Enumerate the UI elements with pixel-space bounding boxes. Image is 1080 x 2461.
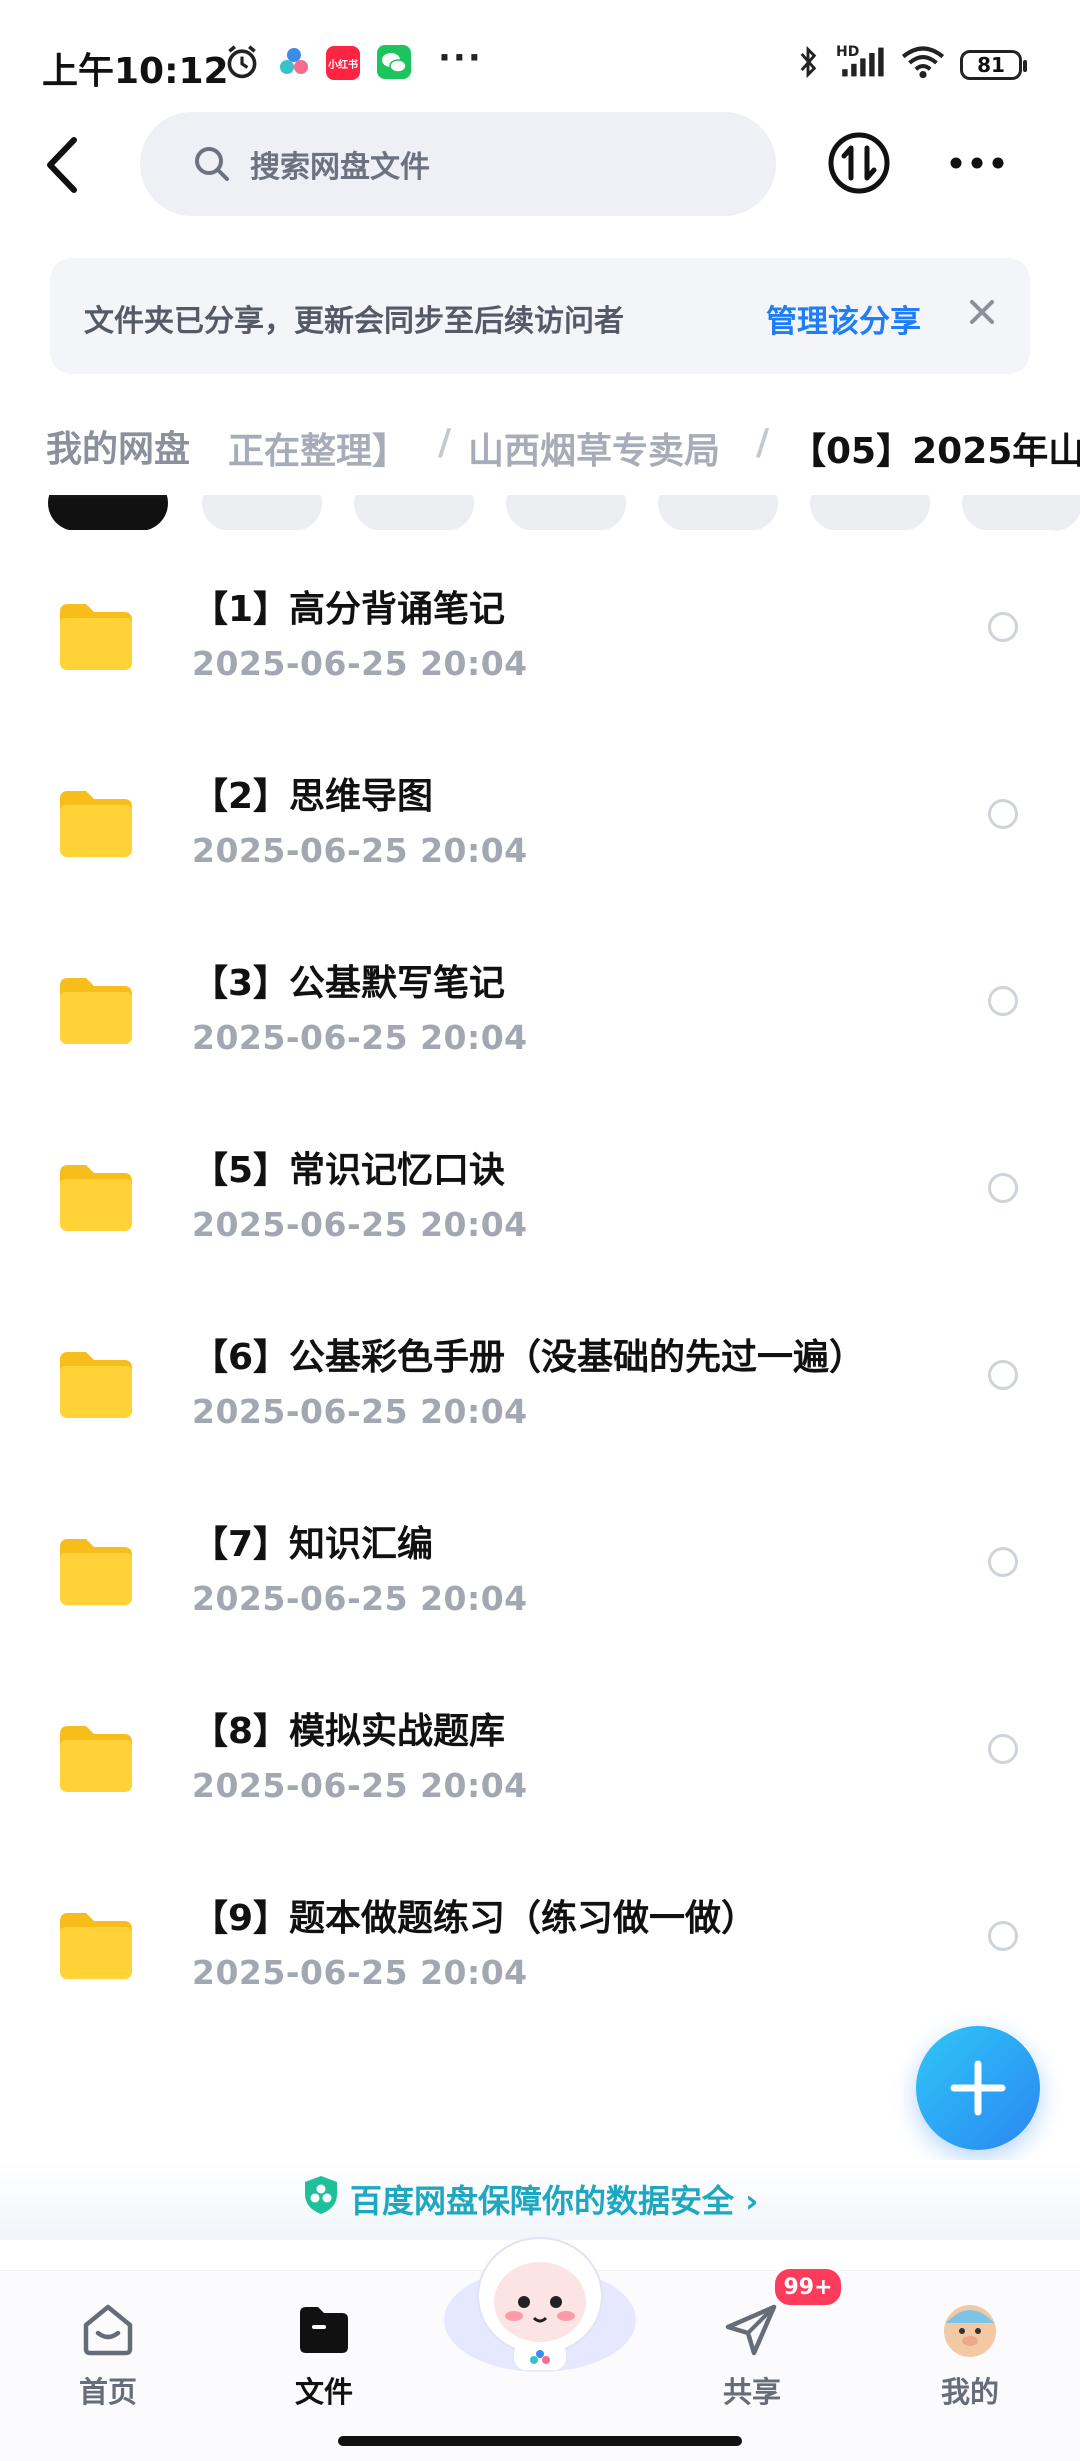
select-radio[interactable] <box>988 1360 1018 1390</box>
file-row[interactable]: 【1】高分背诵笔记 2025-06-25 20:04 <box>0 552 1080 739</box>
file-row[interactable]: 【8】模拟实战题库 2025-06-25 20:04 <box>0 1674 1080 1861</box>
shield-icon <box>305 2176 337 2214</box>
wifi-icon <box>901 46 945 79</box>
folder-icon <box>60 1726 132 1792</box>
xiaohongshu-icon: 小红书 <box>326 46 360 80</box>
file-row[interactable]: 【5】常识记忆口诀 2025-06-25 20:04 <box>0 1113 1080 1300</box>
breadcrumb-item[interactable]: 正在整理】 <box>228 422 408 474</box>
breadcrumb-current: 【05】2025年山 <box>790 431 1080 472</box>
alarm-icon <box>227 45 257 79</box>
select-radio[interactable] <box>988 1173 1018 1203</box>
file-name: 【1】高分背诵笔记 <box>192 589 506 630</box>
file-row[interactable]: 【2】思维导图 2025-06-25 20:04 <box>0 739 1080 926</box>
close-icon[interactable] <box>962 292 1002 332</box>
battery-indicator: 81 <box>960 50 1027 80</box>
breadcrumb: 正在整理】 / 山西烟草专卖局 / 【05】2025年山 我的网盘 <box>0 400 1080 500</box>
breadcrumb-item[interactable]: 山西烟草专卖局 <box>468 422 720 474</box>
more-icon[interactable] <box>946 130 1012 196</box>
status-bar: 上午10:12 小红书 ··· HD 81 <box>0 0 1080 130</box>
file-row[interactable]: 【7】知识汇编 2025-06-25 20:04 <box>0 1487 1080 1674</box>
status-time: 上午10:12 <box>42 51 229 92</box>
bluetooth-icon <box>800 45 817 79</box>
breadcrumb-separator: / <box>756 422 770 463</box>
file-name: 【2】思维导图 <box>192 776 434 817</box>
filter-tab[interactable] <box>962 495 1080 531</box>
file-date: 2025-06-25 20:04 <box>192 644 528 683</box>
file-row[interactable]: 【3】公基默写笔记 2025-06-25 20:04 <box>0 926 1080 1113</box>
breadcrumb-root[interactable]: 我的网盘 <box>22 412 215 480</box>
home-icon <box>83 2304 133 2356</box>
nav-home[interactable]: 首页 <box>38 2291 178 2411</box>
folder-icon <box>60 791 132 857</box>
select-radio[interactable] <box>988 1734 1018 1764</box>
signal-icon <box>842 47 884 77</box>
plus-icon <box>950 2060 1006 2116</box>
select-radio[interactable] <box>988 799 1018 829</box>
select-radio[interactable] <box>988 1921 1018 1951</box>
nav-share[interactable]: 共享 <box>682 2291 822 2411</box>
file-date: 2025-06-25 20:04 <box>192 1766 528 1805</box>
folder-icon <box>60 1539 132 1605</box>
nav-files-label: 文件 <box>294 2375 353 2409</box>
search-icon <box>195 147 229 181</box>
baidu-cloud-icon <box>280 48 308 74</box>
file-name: 【8】模拟实战题库 <box>192 1711 506 1752</box>
search-placeholder: 搜索网盘文件 <box>250 150 430 185</box>
back-icon[interactable] <box>40 130 90 200</box>
file-name: 【3】公基默写笔记 <box>192 963 506 1004</box>
status-more: ··· <box>438 38 483 78</box>
security-text: 百度网盘保障你的数据安全 › <box>350 2182 759 2220</box>
nav-mine[interactable]: 我的 <box>900 2291 1040 2411</box>
wechat-icon <box>377 45 411 79</box>
home-indicator <box>338 2436 742 2446</box>
folder-icon <box>60 1913 132 1979</box>
file-name: 【7】知识汇编 <box>192 1524 434 1565</box>
folder-icon <box>60 978 132 1044</box>
filter-tab[interactable] <box>354 495 474 531</box>
filter-tab[interactable] <box>506 495 626 531</box>
file-date: 2025-06-25 20:04 <box>192 1392 528 1431</box>
file-row[interactable]: 【9】题本做题练习（练习做一做） 2025-06-25 20:04 <box>0 1861 1080 2048</box>
add-button[interactable] <box>916 2026 1040 2150</box>
filter-tab[interactable] <box>810 495 930 531</box>
file-date: 2025-06-25 20:04 <box>192 1018 528 1057</box>
filter-tab[interactable] <box>658 495 778 531</box>
file-row[interactable]: 【6】公基彩色手册（没基础的先过一遍） 2025-06-25 20:04 <box>0 1300 1080 1487</box>
breadcrumb-separator: / <box>438 422 452 463</box>
file-date: 2025-06-25 20:04 <box>192 1579 528 1618</box>
file-name: 【9】题本做题练习（练习做一做） <box>192 1898 758 1939</box>
manage-share-link[interactable]: 管理该分享 <box>766 296 921 341</box>
mascot-button[interactable] <box>440 2222 640 2372</box>
folder-icon <box>300 2307 348 2353</box>
nav-share-label: 共享 <box>722 2375 781 2409</box>
file-date: 2025-06-25 20:04 <box>192 831 528 870</box>
paper-plane-icon <box>725 2304 777 2356</box>
avatar-icon <box>944 2305 996 2357</box>
file-date: 2025-06-25 20:04 <box>192 1205 528 1244</box>
nav-home-label: 首页 <box>78 2375 137 2409</box>
file-date: 2025-06-25 20:04 <box>192 1953 528 1992</box>
select-radio[interactable] <box>988 612 1018 642</box>
file-name: 【5】常识记忆口诀 <box>192 1150 506 1191</box>
share-banner-text: 文件夹已分享，更新会同步至后续访问者 <box>84 304 624 339</box>
share-badge: 99+ <box>772 2266 844 2308</box>
filter-tab[interactable] <box>48 495 168 531</box>
share-banner: 文件夹已分享，更新会同步至后续访问者 管理该分享 <box>50 258 1030 374</box>
folder-icon <box>60 1352 132 1418</box>
filter-tabs <box>0 495 1080 535</box>
search-input[interactable]: 搜索网盘文件 <box>140 112 776 216</box>
filter-tab[interactable] <box>202 495 322 531</box>
folder-icon <box>60 1165 132 1231</box>
select-radio[interactable] <box>988 1547 1018 1577</box>
transfer-icon[interactable] <box>826 130 892 196</box>
nav-mine-label: 我的 <box>940 2375 999 2409</box>
nav-files[interactable]: 文件 <box>254 2291 394 2411</box>
folder-icon <box>60 604 132 670</box>
select-radio[interactable] <box>988 986 1018 1016</box>
file-name: 【6】公基彩色手册（没基础的先过一遍） <box>192 1337 866 1378</box>
